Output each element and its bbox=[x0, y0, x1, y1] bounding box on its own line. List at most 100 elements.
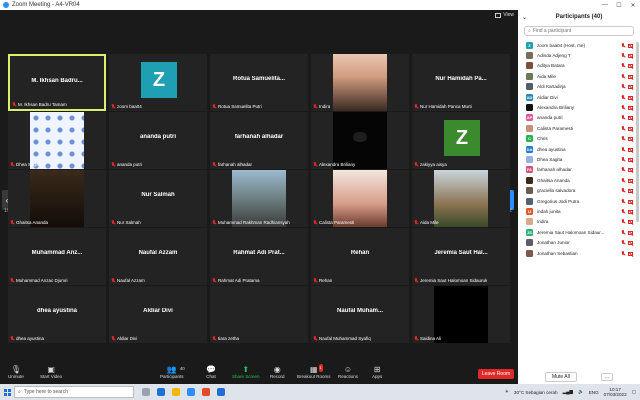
participant-row[interactable]: Ghaitsa Ananda bbox=[518, 175, 636, 185]
participant-row[interactable]: IJ indah junita bbox=[518, 206, 636, 216]
video-tile[interactable]: Naufal Azzam Naufal Azzam bbox=[109, 228, 207, 285]
microphone-muted-icon bbox=[621, 156, 625, 162]
participant-video-feed bbox=[434, 170, 488, 227]
breakout-rooms-icon: ▦ 1 bbox=[309, 364, 323, 374]
view-button[interactable]: View bbox=[495, 12, 514, 18]
chrome-icon[interactable] bbox=[202, 388, 210, 396]
video-tile[interactable]: Nur Salmah Nur Salmah bbox=[109, 170, 207, 227]
volume-icon[interactable]: 🔈 bbox=[578, 389, 584, 395]
video-tile[interactable]: farhanah alhadar farhanah alhadar bbox=[210, 112, 308, 169]
participant-row[interactable]: Aida Mile bbox=[518, 71, 636, 81]
participant-name: Dhea Sagita bbox=[537, 156, 563, 162]
participant-row[interactable]: Gregorius Jodi Putra bbox=[518, 196, 636, 206]
more-options-button[interactable]: ... bbox=[600, 373, 613, 381]
video-tile[interactable]: Rahmat Adi Prat... Rahmat Adi Pratama bbox=[210, 228, 308, 285]
participant-row[interactable]: C Chris bbox=[518, 134, 636, 144]
participant-row[interactable]: Aditya Batara bbox=[518, 61, 636, 71]
video-tile[interactable]: Muhammad Anz... Muhammad Anzac Djumri bbox=[8, 228, 106, 285]
taskbar-search-placeholder: Type here to search bbox=[23, 389, 69, 395]
participant-row[interactable]: Calista Paramesti bbox=[518, 123, 636, 133]
video-tile[interactable]: Nur Hamidah Pa... Nur Hamidah Panca Murti bbox=[412, 54, 510, 111]
participant-row[interactable]: Aldi Kartadirja bbox=[518, 82, 636, 92]
apps-button[interactable]: ⊞ Apps bbox=[372, 366, 382, 380]
video-off-icon bbox=[628, 147, 633, 152]
participant-search-input[interactable] bbox=[532, 28, 633, 34]
video-tile[interactable]: ananda putri ananda putri bbox=[109, 112, 207, 169]
participant-row[interactable]: Alexandra Briliany bbox=[518, 102, 636, 112]
video-tile[interactable]: Dhea Sagita bbox=[8, 112, 106, 169]
mute-all-button[interactable]: Mute All bbox=[545, 372, 577, 382]
participant-list-scrollbar[interactable] bbox=[636, 42, 639, 222]
video-tile[interactable]: Rehan Rehan bbox=[311, 228, 409, 285]
tile-display-name: farhanah alhadar bbox=[234, 134, 284, 140]
start-video-button[interactable]: ▣ Start Video bbox=[40, 366, 62, 380]
participant-status-icons bbox=[621, 136, 633, 142]
participant-row[interactable]: Indira bbox=[518, 217, 636, 227]
participant-row[interactable]: FA farhanah alhadar bbox=[518, 165, 636, 175]
participant-row[interactable]: Jonathan Sebastian bbox=[518, 248, 636, 258]
notification-icon[interactable]: ▢ bbox=[632, 389, 636, 395]
share-screen-button[interactable]: ⬆ Share Screen bbox=[232, 366, 260, 380]
task-view-icon[interactable] bbox=[142, 388, 150, 396]
microphone-muted-icon bbox=[111, 162, 115, 167]
chevron-down-icon[interactable]: ⌄ bbox=[522, 14, 527, 21]
file-explorer-icon[interactable] bbox=[172, 388, 180, 396]
participant-row[interactable]: JS Jeremia Saut Halomoan Sidaur... bbox=[518, 227, 636, 237]
participant-name: Indira bbox=[537, 219, 549, 225]
video-tile[interactable]: Saidina Ali bbox=[412, 286, 510, 343]
participant-row[interactable]: DA dhea ayustina bbox=[518, 144, 636, 154]
participant-row[interactable]: Zzoom baa04 (Host, me) bbox=[518, 40, 636, 50]
video-tile[interactable]: Calista Paramesti bbox=[311, 170, 409, 227]
participant-row[interactable]: Adinda Adjeng T bbox=[518, 50, 636, 60]
video-tile[interactable]: Jeremia Saut Hal... Jeremia Saut Halomoan… bbox=[412, 228, 510, 285]
search-icon: ⌕ bbox=[528, 28, 531, 34]
weather-text[interactable]: 30°C Sebagian cerah bbox=[514, 390, 558, 395]
video-tile[interactable]: Zzoom baa04 bbox=[109, 54, 207, 111]
tile-name-label: Rahmat Adi Pratama bbox=[212, 278, 260, 283]
video-tile[interactable]: M. Ikhsan Badru... M. Ikhsan Badru Tamam bbox=[8, 54, 106, 111]
chat-button[interactable]: 💬 Chat bbox=[206, 366, 216, 380]
video-tile[interactable]: dhea ayustina dhea ayustina bbox=[8, 286, 106, 343]
meeting-area: View ‹ 1/2 › 1/2 M. Ikhsan Badru...M. Ik… bbox=[0, 10, 518, 384]
video-tile[interactable]: Rotua Samuelita... Rotua Samuelita Putri bbox=[210, 54, 308, 111]
video-tile[interactable]: Aida Mile bbox=[412, 170, 510, 227]
start-button[interactable] bbox=[0, 384, 14, 400]
participant-row[interactable]: Dhea Sagita bbox=[518, 154, 636, 164]
video-tile[interactable]: Naufal Muham... Naufal Muhammad Syafiq bbox=[311, 286, 409, 343]
video-tile[interactable]: Indira bbox=[311, 54, 409, 111]
avatar bbox=[526, 83, 533, 91]
participant-row[interactable]: Jonathan Junior bbox=[518, 237, 636, 247]
tile-label-text: zoom baa04 bbox=[117, 104, 142, 109]
video-tile[interactable]: Muhammad Rakhman Radhiansyah bbox=[210, 170, 308, 227]
video-tile[interactable]: tiara zetha bbox=[210, 286, 308, 343]
microphone-muted-icon bbox=[10, 278, 14, 283]
participant-row[interactable]: AP ananda putri bbox=[518, 113, 636, 123]
maximize-icon[interactable]: ☐ bbox=[612, 2, 626, 9]
video-tile[interactable]: Ghaitsa Ananda bbox=[8, 170, 106, 227]
language-indicator[interactable]: ENG bbox=[589, 390, 599, 395]
leave-room-button[interactable]: Leave Room bbox=[478, 369, 514, 379]
participant-row[interactable]: AD Aldiar Divi bbox=[518, 92, 636, 102]
breakout-rooms-button[interactable]: ▦ 1 Breakout Rooms bbox=[297, 364, 331, 379]
taskbar-search[interactable]: ⌕ Type here to search bbox=[14, 386, 134, 398]
network-icon[interactable]: ▂▄▆ bbox=[563, 389, 573, 395]
microphone-muted-icon bbox=[12, 102, 16, 107]
video-tile[interactable]: Alexandra Briliany bbox=[311, 112, 409, 169]
video-tile[interactable]: Aldiar Divi Aldiar Divi bbox=[109, 286, 207, 343]
record-button[interactable]: ◉ Record bbox=[270, 366, 285, 380]
word-icon[interactable] bbox=[217, 388, 225, 396]
participants-button[interactable]: 👥 40 Participants bbox=[160, 366, 185, 380]
tile-label-text: Jeremia Saut Halomoan Sidauruk bbox=[420, 278, 488, 283]
tile-label-text: Muhammad Anzac Djumri bbox=[16, 278, 68, 283]
clock[interactable]: 10:17 07/03/2022 bbox=[604, 387, 627, 398]
minimize-icon[interactable]: — bbox=[598, 2, 612, 8]
video-tile[interactable]: Zzakiyya aisya bbox=[412, 112, 510, 169]
edge-icon[interactable] bbox=[157, 388, 165, 396]
microphone-muted-icon bbox=[621, 115, 625, 120]
microphone-muted-icon bbox=[212, 278, 216, 283]
reactions-button[interactable]: ☺ Reactions bbox=[338, 366, 358, 380]
participant-row[interactable]: graciella salvadora bbox=[518, 185, 636, 195]
close-icon[interactable]: ✕ bbox=[626, 2, 640, 9]
zoom-app-icon[interactable] bbox=[187, 388, 195, 396]
unmute-button[interactable]: 🎙 Unmute bbox=[8, 366, 24, 380]
